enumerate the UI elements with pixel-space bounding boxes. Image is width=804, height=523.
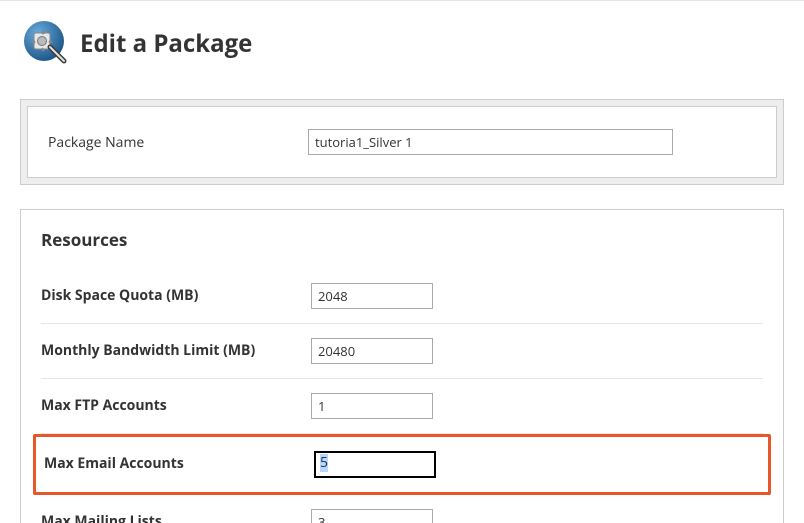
resources-title: Resources [41, 228, 763, 251]
package-gear-icon [20, 19, 68, 67]
row-email-accounts: Max Email Accounts 5 [44, 445, 760, 484]
row-ftp-accounts: Max FTP Accounts [41, 379, 763, 434]
input-email-accounts[interactable]: 5 [314, 451, 436, 478]
input-disk-quota[interactable] [311, 283, 433, 309]
page-title: Edit a Package [80, 27, 252, 60]
label-ftp-accounts: Max FTP Accounts [41, 397, 291, 416]
label-mailing-lists: Max Mailing Lists [41, 513, 291, 523]
input-mailing-lists[interactable] [311, 509, 433, 523]
row-bandwidth: Monthly Bandwidth Limit (MB) [41, 324, 763, 379]
input-bandwidth[interactable] [311, 338, 433, 364]
row-mailing-lists: Max Mailing Lists [41, 495, 763, 523]
input-ftp-accounts[interactable] [311, 393, 433, 419]
page-header: Edit a Package [20, 1, 784, 75]
package-name-input[interactable] [308, 129, 673, 155]
label-email-accounts: Max Email Accounts [44, 455, 294, 474]
package-name-label: Package Name [48, 133, 288, 152]
highlight-email-row: Max Email Accounts 5 [33, 434, 771, 495]
resources-panel: Resources Disk Space Quota (MB) Monthly … [20, 209, 784, 523]
input-email-value: 5 [320, 454, 328, 472]
package-name-row: Package Name [48, 129, 756, 155]
package-name-panel: Package Name [20, 99, 784, 185]
label-disk-quota: Disk Space Quota (MB) [41, 287, 291, 306]
row-disk-quota: Disk Space Quota (MB) [41, 269, 763, 324]
label-bandwidth: Monthly Bandwidth Limit (MB) [41, 342, 291, 361]
